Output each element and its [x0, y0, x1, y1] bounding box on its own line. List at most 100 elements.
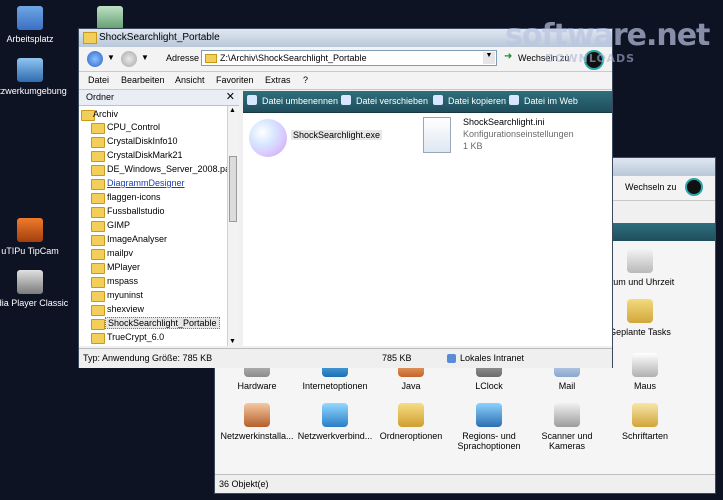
- desktop-icon-arbeitsplatz[interactable]: Arbeitsplatz: [0, 6, 70, 44]
- tree-item[interactable]: DiagrammDesigner: [79, 177, 227, 190]
- desktop-icon-label: etzwerkumgebung: [0, 86, 67, 96]
- folder-clock-icon: [627, 299, 653, 323]
- desktop-icon-label: Arbeitsplatz: [6, 34, 54, 44]
- web-icon: [509, 95, 519, 105]
- address-dropdown-icon[interactable]: ▼: [483, 52, 495, 64]
- network-globe-icon: [322, 403, 348, 427]
- menu-extras[interactable]: Extras: [265, 75, 291, 85]
- tree-item[interactable]: ImageAnalyser: [79, 233, 227, 246]
- desktop-icon-label: uTIPu TipCam: [1, 246, 59, 256]
- menu-bearbeiten[interactable]: Bearbeiten: [121, 75, 165, 85]
- desktop-icon-netzwerk[interactable]: etzwerkumgebung: [0, 58, 70, 96]
- menu-favoriten[interactable]: Favoriten: [216, 75, 254, 85]
- dropdown-arrow-icon[interactable]: ▼: [141, 53, 149, 62]
- tree-item[interactable]: myuninst: [79, 289, 227, 302]
- cp-item-label: Netzwerkverbind...: [297, 431, 373, 441]
- tree-item[interactable]: CPU_Control: [79, 121, 227, 134]
- cp-item-label: Maus: [633, 381, 656, 391]
- clock-icon: [627, 249, 653, 273]
- cp-item-scanners[interactable]: Scanner und Kameras: [527, 403, 607, 451]
- tree-item[interactable]: MPlayer: [79, 261, 227, 274]
- watermark-subtitle: DOWNLOADS: [545, 52, 636, 65]
- folder-icon: [91, 179, 105, 190]
- spinner-icon: [685, 178, 703, 196]
- folder-icon: [91, 333, 105, 344]
- tree-item[interactable]: TrueCrypt_6.0: [79, 331, 227, 344]
- folder-icon: [91, 151, 105, 162]
- address-field[interactable]: Z:\Archiv\ShockSearchlight_Portable ▼: [201, 50, 497, 66]
- tree-item[interactable]: Archiv: [79, 108, 227, 121]
- tree-item[interactable]: CrystalDiskInfo10: [79, 135, 227, 148]
- bubbles-icon: [249, 119, 287, 157]
- cp-item-label: Netzwerkinstalla...: [220, 431, 294, 441]
- rename-icon: [247, 95, 257, 105]
- tree-item[interactable]: CrystalDiskMark21: [79, 149, 227, 162]
- scanner-icon: [554, 403, 580, 427]
- tree-item[interactable]: flaggen-icons: [79, 191, 227, 204]
- watermark-logo: software.net: [505, 18, 710, 53]
- folder-icon: [91, 221, 105, 232]
- tree-item[interactable]: mailpv: [79, 247, 227, 260]
- folder-icon: [91, 305, 105, 316]
- tree-item[interactable]: DE_Windows_Server_2008.part: [79, 163, 227, 176]
- menu-help[interactable]: ?: [303, 75, 308, 85]
- scroll-thumb[interactable]: [229, 156, 237, 222]
- menu-ansicht[interactable]: Ansicht: [175, 75, 205, 85]
- folder-icon: [91, 193, 105, 204]
- task-rename[interactable]: Datei umbenennen: [262, 96, 338, 106]
- folder-tree-scrollbar[interactable]: ▲ ▼: [227, 106, 239, 346]
- move-icon: [341, 95, 351, 105]
- folders-pane-title: Ordner: [86, 92, 115, 102]
- go-button[interactable]: Wechseln zu: [625, 182, 676, 192]
- folders-pane-header: Ordner ✕: [79, 90, 239, 106]
- status-left: Typ: Anwendung Größe: 785 KB: [83, 353, 213, 363]
- tree-item[interactable]: mspass: [79, 275, 227, 288]
- folder-icon: [91, 123, 105, 134]
- folder-icon: [91, 165, 105, 176]
- folder-icon: [91, 235, 105, 246]
- cp-item-label: Java: [401, 381, 421, 391]
- file-item[interactable]: ShockSearchlight.ini Konfigurationseinst…: [419, 115, 589, 157]
- close-icon[interactable]: ✕: [226, 90, 235, 103]
- cp-item-fonts[interactable]: Schriftarten: [605, 403, 685, 441]
- cp-item-mouse[interactable]: Maus: [605, 353, 685, 391]
- cp-item-label: Hardware: [237, 381, 277, 391]
- mouse-icon: [632, 353, 658, 377]
- folder-tree: Archiv CPU_Control CrystalDiskInfo10 Cry…: [79, 106, 227, 346]
- tree-item[interactable]: shexview: [79, 303, 227, 316]
- menu-bar: Datei Bearbeiten Ansicht Favoriten Extra…: [79, 72, 612, 90]
- cp-item-label: Geplante Tasks: [609, 327, 671, 337]
- tree-item-selected[interactable]: ShockSearchlight_Portable: [79, 317, 227, 330]
- task-move[interactable]: Datei verschieben: [356, 96, 428, 106]
- cp-item-network-connections[interactable]: Netzwerkverbind...: [295, 403, 375, 441]
- forward-button[interactable]: [121, 51, 137, 67]
- folder-icon: [91, 207, 105, 218]
- desktop-icon-media-player[interactable]: edia Player Classic: [0, 270, 70, 308]
- menu-datei[interactable]: Datei: [88, 75, 109, 85]
- copy-icon: [433, 95, 443, 105]
- folder-icon: [91, 137, 105, 148]
- file-size: 1 KB: [463, 141, 483, 151]
- computer-icon: [17, 6, 43, 30]
- file-item[interactable]: ShockSearchlight.exe: [249, 117, 399, 157]
- tree-item[interactable]: GIMP: [79, 219, 227, 232]
- cp-item-regional[interactable]: Regions- und Sprachoptionen: [449, 403, 529, 451]
- back-button[interactable]: [87, 51, 103, 67]
- folder-options-icon: [398, 403, 424, 427]
- task-copy[interactable]: Datei kopieren: [448, 96, 506, 106]
- desktop-icon-tipcam[interactable]: uTIPu TipCam: [0, 218, 70, 256]
- media-player-icon: [17, 270, 43, 294]
- file-name: ShockSearchlight.exe: [291, 130, 383, 140]
- folder-icon: [205, 54, 217, 63]
- explorer-window: ShockSearchlight_Portable ▼ ▼ Adresse Z:…: [78, 28, 613, 368]
- regional-globe-icon: [476, 403, 502, 427]
- scroll-down-icon[interactable]: ▼: [229, 338, 236, 345]
- scroll-up-icon[interactable]: ▲: [229, 107, 236, 114]
- cp-item-label: LClock: [475, 381, 503, 391]
- cp-item-folder-options[interactable]: Ordneroptionen: [371, 403, 451, 441]
- cp-item-label: Schriftarten: [621, 431, 669, 441]
- task-web[interactable]: Datei im Web: [524, 96, 578, 106]
- cp-item-network-setup[interactable]: Netzwerkinstalla...: [217, 403, 297, 441]
- dropdown-arrow-icon[interactable]: ▼: [107, 53, 115, 62]
- tree-item[interactable]: Fussballstudio: [79, 205, 227, 218]
